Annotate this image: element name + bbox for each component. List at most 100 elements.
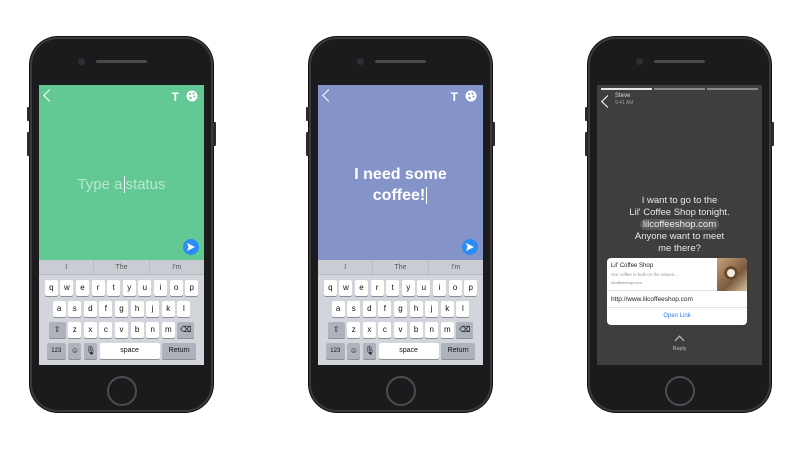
key[interactable]: m — [440, 322, 454, 338]
key[interactable]: d — [362, 301, 376, 317]
status-input[interactable]: Type a status — [39, 109, 204, 260]
key[interactable]: i — [432, 280, 446, 296]
key[interactable]: h — [409, 301, 423, 317]
key[interactable]: a — [52, 301, 66, 317]
key[interactable]: s — [347, 301, 361, 317]
space-key[interactable]: space — [99, 343, 160, 359]
key[interactable]: e — [355, 280, 369, 296]
delete-key[interactable]: ⌫ — [456, 322, 474, 338]
status-input[interactable]: I need some coffee! — [318, 109, 483, 260]
back-icon[interactable] — [43, 89, 56, 102]
key[interactable]: u — [417, 280, 431, 296]
key[interactable]: t — [107, 280, 121, 296]
send-button[interactable] — [183, 239, 199, 255]
text-style-icon[interactable]: T — [451, 90, 458, 104]
sender-info: Steve 9:41 AM — [615, 93, 633, 107]
key[interactable]: c — [378, 322, 392, 338]
key[interactable]: u — [138, 280, 152, 296]
key[interactable]: o — [169, 280, 183, 296]
story-progress — [601, 88, 758, 90]
key[interactable]: n — [425, 322, 439, 338]
key[interactable]: h — [130, 301, 144, 317]
microphone-key[interactable]: 🎙 — [84, 343, 97, 359]
key[interactable]: e — [76, 280, 90, 296]
key[interactable]: k — [161, 301, 175, 317]
palette-icon[interactable] — [465, 90, 477, 102]
key[interactable]: r — [91, 280, 105, 296]
palette-icon[interactable] — [186, 90, 198, 102]
return-key[interactable]: Return — [441, 343, 476, 359]
reply-label: Reply — [672, 346, 687, 352]
numbers-key[interactable]: 123 — [46, 343, 66, 359]
status-text: I need some coffee! — [354, 165, 447, 204]
emoji-key[interactable]: ☺ — [68, 343, 82, 359]
key[interactable]: n — [146, 322, 160, 338]
home-button[interactable] — [665, 376, 695, 406]
key[interactable]: k — [440, 301, 454, 317]
key[interactable]: b — [409, 322, 423, 338]
key[interactable]: j — [146, 301, 160, 317]
key[interactable]: y — [401, 280, 415, 296]
space-key[interactable]: space — [378, 343, 439, 359]
suggestion[interactable]: I'm — [150, 260, 204, 274]
send-button[interactable] — [462, 239, 478, 255]
key[interactable]: g — [394, 301, 407, 317]
numbers-key[interactable]: 123 — [325, 343, 345, 359]
home-button[interactable] — [107, 376, 137, 406]
key[interactable]: l — [177, 301, 191, 317]
key[interactable]: r — [370, 280, 384, 296]
reply-button[interactable]: Reply — [597, 335, 762, 352]
key[interactable]: f — [99, 301, 113, 317]
key[interactable]: v — [115, 322, 128, 338]
emoji-key[interactable]: ☺ — [347, 343, 361, 359]
link-preview-card[interactable]: Lil' Coffee Shop Our coffee is built on … — [607, 258, 747, 325]
key[interactable]: z — [347, 322, 361, 338]
key[interactable]: c — [99, 322, 113, 338]
key[interactable]: o — [448, 280, 462, 296]
key[interactable]: p — [185, 280, 199, 296]
key[interactable]: m — [161, 322, 175, 338]
key[interactable]: y — [122, 280, 136, 296]
topbar: T — [39, 85, 204, 109]
send-icon — [466, 243, 474, 251]
suggestion[interactable]: I — [39, 260, 95, 274]
message-link[interactable]: lilcoffeeshop.com — [639, 219, 720, 230]
sender-time: 9:41 AM — [615, 100, 634, 106]
key[interactable]: z — [68, 322, 82, 338]
key[interactable]: p — [464, 280, 478, 296]
suggestion[interactable]: I'm — [429, 260, 483, 274]
key[interactable]: f — [378, 301, 392, 317]
key[interactable]: d — [83, 301, 97, 317]
key[interactable]: l — [456, 301, 470, 317]
key[interactable]: t — [386, 280, 400, 296]
microphone-key[interactable]: 🎙 — [363, 343, 376, 359]
key[interactable]: q — [323, 280, 337, 296]
suggestion[interactable]: The — [373, 260, 429, 274]
shift-key[interactable]: ⇧ — [48, 322, 66, 338]
suggestion[interactable]: The — [94, 260, 150, 274]
key[interactable]: b — [130, 322, 144, 338]
open-link-button[interactable]: Open Link — [607, 308, 747, 324]
delete-key[interactable]: ⌫ — [177, 322, 195, 338]
key[interactable]: q — [44, 280, 58, 296]
key[interactable]: i — [153, 280, 167, 296]
key[interactable]: a — [331, 301, 345, 317]
return-key[interactable]: Return — [162, 343, 197, 359]
back-icon[interactable] — [601, 95, 614, 108]
key[interactable]: w — [339, 280, 353, 296]
text-style-icon[interactable]: T — [172, 90, 179, 104]
key[interactable]: x — [83, 322, 97, 338]
shift-key[interactable]: ⇧ — [327, 322, 345, 338]
key[interactable]: v — [394, 322, 407, 338]
suggestion[interactable]: I — [318, 260, 374, 274]
key[interactable]: s — [68, 301, 82, 317]
topbar: T — [318, 85, 483, 109]
suggestion-bar: I The I'm — [318, 260, 483, 275]
status-placeholder: Type a status — [77, 175, 166, 194]
key[interactable]: x — [362, 322, 376, 338]
key[interactable]: g — [115, 301, 128, 317]
home-button[interactable] — [386, 376, 416, 406]
key[interactable]: j — [425, 301, 439, 317]
back-icon[interactable] — [322, 89, 335, 102]
key[interactable]: w — [60, 280, 74, 296]
